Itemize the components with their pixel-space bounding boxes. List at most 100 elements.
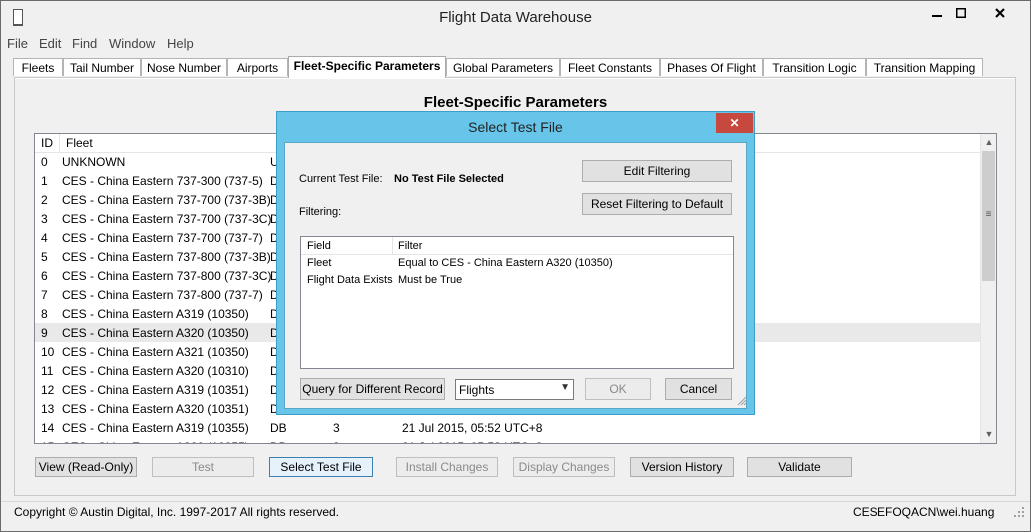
table-cell-fleet: CES - China Eastern 737-700 (737-3B) (62, 193, 271, 207)
tab-global-parameters[interactable]: Global Parameters (446, 58, 560, 76)
table-cell-fleet: CES - China Eastern A320 (10350) (62, 326, 249, 340)
filtering-label: Filtering: (299, 206, 342, 218)
table-cell-id: 5 (41, 250, 48, 264)
table-cell-fleet: CES - China Eastern A319 (10350) (62, 307, 249, 321)
column-header-field[interactable]: Field (307, 240, 331, 252)
close-icon (995, 8, 1005, 18)
test-button[interactable]: Test (152, 457, 254, 477)
table-cell-id: 7 (41, 288, 48, 302)
edit-filtering-button[interactable]: Edit Filtering (582, 160, 732, 182)
resize-grip-icon[interactable] (737, 396, 747, 406)
reset-filtering-button[interactable]: Reset Filtering to Default (582, 193, 732, 215)
table-cell-fleet: CES - China Eastern A320 (10355) (62, 440, 249, 443)
tab-transition-mapping[interactable]: Transition Mapping (866, 58, 983, 76)
column-divider (392, 237, 393, 254)
menu-file[interactable]: File (7, 36, 28, 51)
filter-row-field: Flight Data Exists (307, 274, 393, 286)
status-user: EFOQACN\wei.huang (877, 505, 995, 519)
select-test-file-dialog: Select Test File ✕ Current Test File: No… (276, 111, 755, 415)
column-header-filter[interactable]: Filter (398, 240, 422, 252)
table-cell-id: 0 (41, 155, 48, 169)
table-row[interactable]: 15 CES - China Eastern A320 (10355) DB 3 21 … (35, 437, 980, 443)
scroll-grip-icon: ≡ (985, 209, 992, 220)
table-cell-id: 6 (41, 269, 48, 283)
current-test-file-value: No Test File Selected (394, 173, 504, 185)
chevron-down-icon: ▼ (560, 382, 570, 393)
install-changes-button[interactable]: Install Changes (396, 457, 498, 477)
menu-bar: File Edit Find Window Help (1, 34, 1030, 54)
table-cell-fleet: CES - China Eastern A321 (10350) (62, 345, 249, 359)
table-cell-id: 14 (41, 421, 55, 435)
tab-transition-logic[interactable]: Transition Logic (763, 58, 866, 76)
table-cell-id: 13 (41, 402, 55, 416)
table-cell-fleet: CES - China Eastern A320 (10351) (62, 402, 249, 416)
tab-airports[interactable]: Airports (227, 58, 288, 76)
ok-button[interactable]: OK (585, 378, 651, 400)
copyright-text: Copyright © Austin Digital, Inc. 1997-20… (14, 505, 340, 519)
page-heading: Fleet-Specific Parameters (423, 94, 608, 111)
filter-row-filter: Must be True (398, 274, 463, 286)
table-cell-fleet: CES - China Eastern 737-700 (737-7) (62, 231, 263, 245)
dialog-title: Select Test File (468, 119, 563, 135)
table-cell-id: 11 (41, 364, 54, 378)
tab-fleets[interactable]: Fleets (13, 58, 63, 76)
table-cell-fleet: UNKNOWN (62, 155, 126, 169)
maximize-icon (955, 7, 967, 19)
view-read-only-button[interactable]: View (Read-Only) (35, 457, 137, 477)
scroll-down-arrow-icon[interactable]: ▼ (981, 426, 996, 443)
tab-phases-of-flight[interactable]: Phases Of Flight (660, 58, 763, 76)
cancel-button[interactable]: Cancel (665, 378, 732, 400)
status-org: CES (853, 505, 878, 519)
current-test-file-label: Current Test File: (299, 173, 383, 185)
vertical-scrollbar[interactable]: ▲ ≡ ▼ (980, 134, 996, 443)
close-button[interactable] (977, 3, 1023, 23)
table-cell-fleet: CES - China Eastern A320 (10310) (62, 364, 249, 378)
tab-nose-number[interactable]: Nose Number (141, 58, 227, 76)
table-cell-fleet: CES - China Eastern 737-800 (737-3B) (62, 250, 271, 264)
column-divider (59, 134, 60, 152)
table-cell-fleet: CES - China Eastern A319 (10355) (62, 421, 249, 435)
table-cell-id: 12 (41, 383, 55, 397)
tab-fleet-constants[interactable]: Fleet Constants (560, 58, 660, 76)
menu-find[interactable]: Find (72, 36, 97, 51)
menu-window[interactable]: Window (109, 36, 155, 51)
table-cell-id: 2 (41, 193, 48, 207)
query-different-record-button[interactable]: Query for Different Record (300, 378, 445, 400)
table-cell-fleet: CES - China Eastern 737-700 (737-3C) (62, 212, 272, 226)
table-cell-id: 1 (41, 174, 48, 188)
table-cell-c5: 21 Jul 2015, 05:52 UTC+8 (402, 421, 543, 435)
validate-button[interactable]: Validate (747, 457, 852, 477)
dialog-body: Current Test File: No Test File Selected… (284, 142, 747, 409)
title-bar: Flight Data Warehouse (1, 1, 1030, 33)
table-cell-id: 3 (41, 212, 48, 226)
table-cell-c4: 3 (333, 440, 340, 443)
table-cell-id: 9 (41, 326, 48, 340)
version-history-button[interactable]: Version History (630, 457, 734, 477)
filter-list[interactable]: Field Filter Fleet Equal to CES - China … (300, 236, 734, 369)
scroll-up-arrow-icon[interactable]: ▲ (981, 134, 996, 151)
filter-row-filter: Equal to CES - China Eastern A320 (10350… (398, 257, 613, 269)
table-cell-id: 8 (41, 307, 48, 321)
close-icon: ✕ (729, 116, 740, 130)
menu-edit[interactable]: Edit (39, 36, 61, 51)
filter-list-header: Field Filter (301, 237, 733, 255)
table-cell-c5: 21 Jul 2015, 05:52 UTC+8 (402, 440, 542, 443)
window-title: Flight Data Warehouse (439, 9, 592, 26)
table-cell-c3: DB (270, 440, 287, 443)
table-cell-id: 15 (41, 440, 54, 443)
display-changes-button[interactable]: Display Changes (513, 457, 615, 477)
dialog-close-button[interactable]: ✕ (716, 113, 753, 133)
tab-tail-number[interactable]: Tail Number (63, 58, 141, 76)
menu-help[interactable]: Help (167, 36, 194, 51)
table-cell-c4: 3 (333, 421, 340, 435)
filter-row-field: Fleet (307, 257, 332, 269)
table-row[interactable]: 14 CES - China Eastern A319 (10355) DB 3 21 … (35, 418, 980, 437)
column-header-fleet[interactable]: Fleet (66, 136, 93, 150)
resize-grip-icon[interactable] (1013, 506, 1025, 518)
scroll-thumb[interactable]: ≡ (982, 151, 995, 281)
column-header-id[interactable]: ID (41, 136, 53, 150)
maximize-button[interactable] (945, 3, 977, 23)
record-type-select[interactable]: Flights ▼ (455, 379, 574, 400)
tab-fleet-specific-parameters[interactable]: Fleet-Specific Parameters (288, 56, 446, 78)
select-test-file-button[interactable]: Select Test File (269, 457, 373, 477)
